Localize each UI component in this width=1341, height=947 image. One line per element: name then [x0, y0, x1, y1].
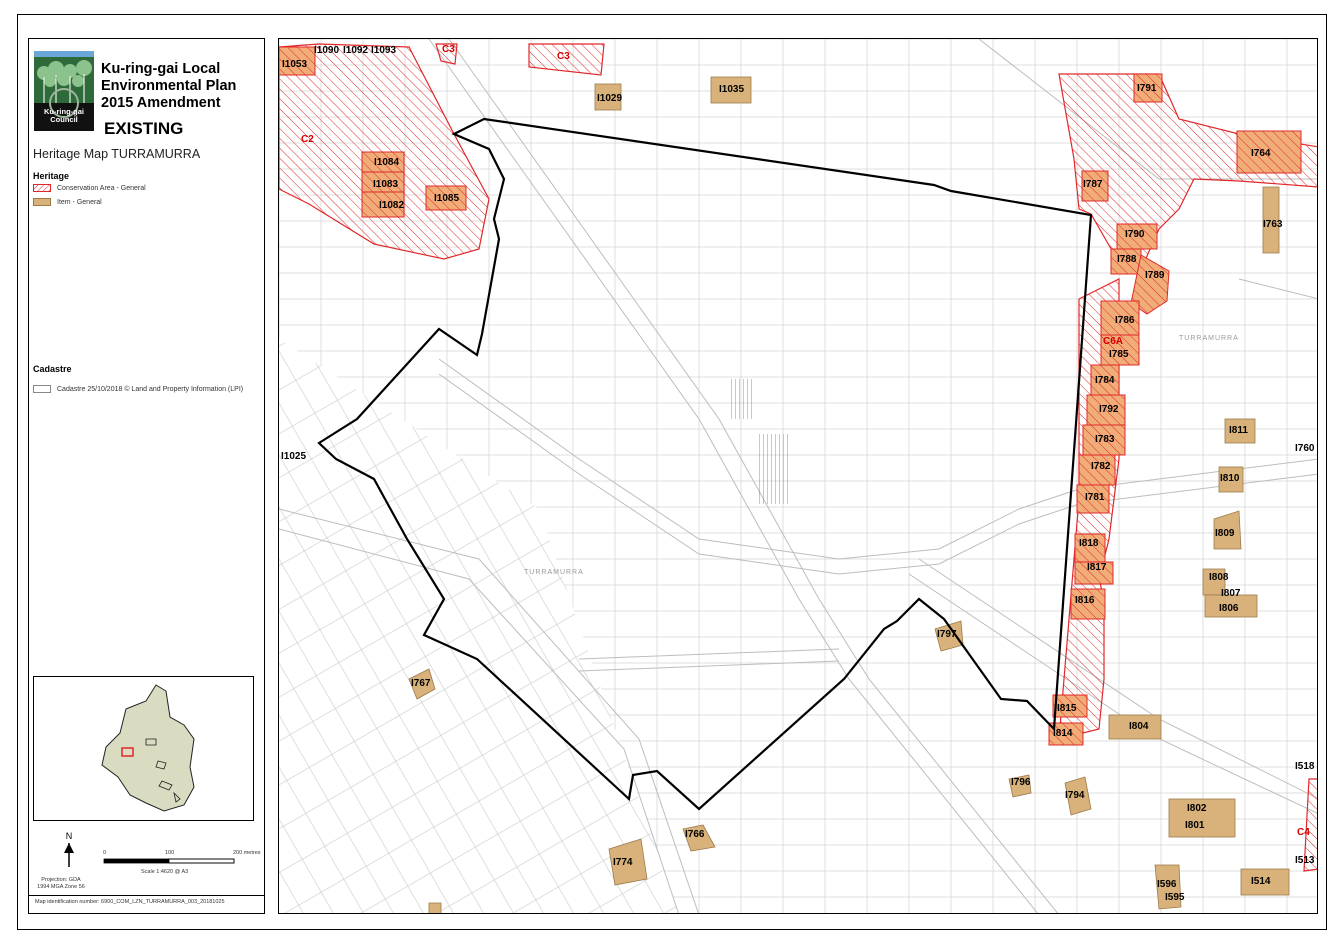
item-label: I791 [1137, 83, 1157, 94]
item-label: I807 [1221, 588, 1241, 599]
item-label: I818 [1079, 538, 1099, 549]
item-label: I767 [411, 678, 431, 689]
item-swatch-icon [33, 198, 51, 206]
street-label: TURRAMURRA [524, 569, 584, 576]
scale-text: Scale 1:4620 @ A3 [141, 869, 189, 875]
item-label: I815 [1057, 703, 1077, 714]
item-label: I1025 [281, 451, 307, 462]
item-label: I784 [1095, 375, 1115, 386]
conservation-label: C3 [557, 51, 570, 62]
map-status: EXISTING [104, 119, 184, 138]
conservation-label: C3 [442, 44, 455, 55]
item-label: I811 [1229, 425, 1248, 436]
item-label: I1085 [434, 193, 460, 204]
projection-text: Projection: GDA 1994 MGA Zone 56 [37, 877, 85, 890]
item-label: I596 [1157, 879, 1177, 890]
item-label: I802 [1187, 803, 1207, 814]
item-label: I1083 [373, 179, 399, 190]
heritage-heading: Heritage [33, 171, 70, 181]
north-arrow-icon: N [64, 831, 74, 867]
map-id-text: Map identification number: 6900_COM_LZN_… [35, 899, 225, 905]
council-logo-icon: Ku-ring-gai Council [34, 51, 94, 131]
item-label: I816 [1075, 595, 1095, 606]
item-label: I782 [1091, 461, 1111, 472]
item-label: I806 [1219, 603, 1239, 614]
item-label: I797 [937, 629, 957, 640]
item-label: I1092 [343, 45, 369, 56]
logo-text-2: Council [50, 115, 78, 124]
item-label: I809 [1215, 528, 1235, 539]
map-title: Ku-ring-gai Local Environmental Plan 201… [101, 61, 237, 111]
map-subtitle: Heritage Map TURRAMURRA [33, 147, 201, 161]
item-label: I766 [685, 829, 705, 840]
legend-item-cadastre: Cadastre 25/10/2018 © Land and Property … [33, 385, 243, 393]
item-label: I514 [1251, 876, 1271, 887]
item-label: I786 [1115, 315, 1135, 326]
conservation-label: C4 [1297, 827, 1310, 838]
item-label: I783 [1095, 434, 1115, 445]
item-label: I788 [1117, 254, 1137, 265]
item-label: I513 [1295, 855, 1315, 866]
item-label: I518 [1295, 761, 1315, 772]
item-label: I1053 [282, 59, 308, 70]
item-label: I781 [1085, 492, 1105, 503]
legend-item-conservation: Conservation Area - General [33, 184, 146, 192]
item-label: I810 [1220, 473, 1240, 484]
legend-item-label: Item - General [57, 198, 102, 206]
conservation-swatch-icon [33, 184, 51, 192]
item-label: I1084 [374, 157, 400, 168]
conservation-label: C2 [301, 134, 314, 145]
item-label: I1093 [371, 45, 397, 56]
svg-text:N: N [66, 831, 73, 841]
item-label: I763 [1263, 219, 1283, 230]
item-label: I787 [1083, 179, 1103, 190]
item-label: I1029 [597, 93, 623, 104]
item-label: I789 [1145, 270, 1165, 281]
heritage-map-svg [279, 39, 1317, 913]
item-label: I817 [1087, 562, 1107, 573]
item-label: I794 [1065, 790, 1085, 801]
legend-item-label: Conservation Area - General [57, 184, 146, 192]
item-label: I808 [1209, 572, 1229, 583]
item-label: I790 [1125, 229, 1145, 240]
item-label: I760 [1295, 443, 1315, 454]
locality-inset-map [33, 676, 254, 821]
item-label: I764 [1251, 148, 1271, 159]
item-label: I796 [1011, 777, 1031, 788]
legend-item-item-general: Item - General [33, 198, 102, 206]
conservation-label: C6A [1103, 336, 1124, 347]
item-label: I801 [1185, 820, 1205, 831]
item-label: I804 [1129, 721, 1149, 732]
item-label: I785 [1109, 349, 1129, 360]
legend-item-label: Cadastre 25/10/2018 © Land and Property … [57, 385, 244, 393]
item-label: I1035 [719, 84, 745, 95]
scale-tick-0: 0 [103, 850, 107, 856]
item-label: I814 [1053, 728, 1073, 739]
scale-tick-100: 100 [165, 850, 175, 856]
cadastre-swatch-icon [33, 385, 51, 393]
street-label: TURRAMURRA [1179, 335, 1239, 342]
legend-panel: Ku-ring-gai Council Ku-ring-gai Local En… [28, 38, 265, 914]
item-label: I1082 [379, 200, 405, 211]
item-label: I774 [613, 857, 633, 868]
locality-map-icon [101, 684, 195, 812]
item-label: I1090 [314, 45, 340, 56]
map-canvas[interactable]: TURRAMURRA TURRAMURRA C3 C3 C2 C6A C4 I1… [278, 38, 1318, 914]
scale-tick-200: 200 metres [233, 850, 261, 856]
item-label: I792 [1099, 404, 1119, 415]
cadastre-heading: Cadastre [33, 364, 72, 374]
item-label: I595 [1165, 892, 1185, 903]
